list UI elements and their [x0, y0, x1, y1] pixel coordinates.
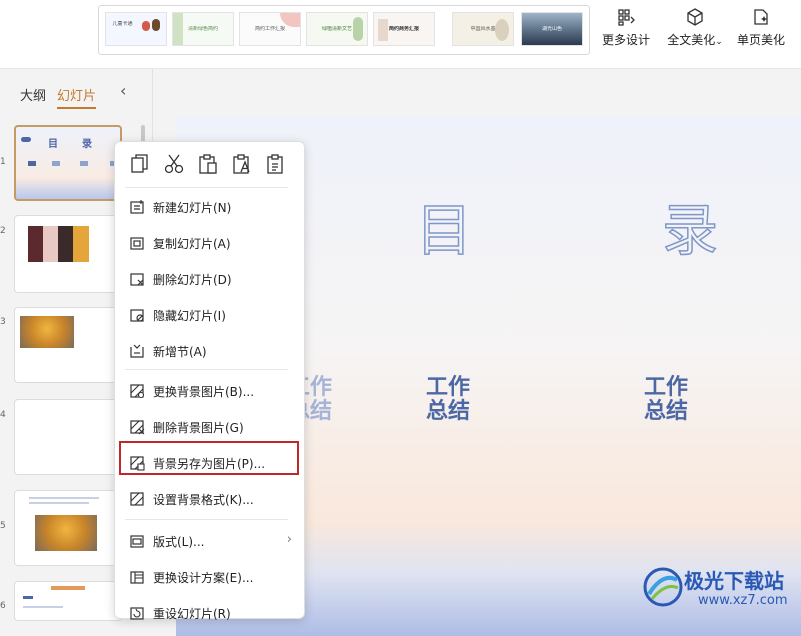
menu-divider	[125, 369, 288, 370]
delete-slide-icon	[130, 273, 144, 286]
menu-item-new-section[interactable]: 新增节(A)	[120, 336, 300, 366]
slide-number: 3	[0, 317, 6, 327]
paste-special-icon[interactable]	[265, 153, 287, 175]
design-thumb-3[interactable]: 简约工作汇报	[239, 12, 301, 46]
menu-item-label: 复制幻灯片(A)	[153, 237, 231, 251]
slide-text-work-summary: 工作 总结	[426, 375, 471, 424]
slide-thumb-6[interactable]	[14, 581, 122, 621]
reset-slide-icon	[130, 607, 144, 620]
menu-item-label: 新增节(A)	[153, 345, 207, 359]
delete-bg-image-icon	[130, 420, 145, 435]
cube-icon	[687, 8, 703, 26]
layout-icon	[130, 535, 144, 548]
menu-item-format-background[interactable]: 设置背景格式(K)...	[120, 484, 300, 514]
slide-title-char-2: 录	[661, 198, 719, 265]
aurora-logo-icon	[643, 567, 683, 607]
slide-thumb-4[interactable]	[14, 399, 122, 475]
menu-item-label: 新建幻灯片(N)	[153, 201, 232, 215]
design-thumb-5[interactable]: 简约商务汇报	[373, 12, 435, 46]
page-beautify-label: 单页美化	[736, 33, 785, 47]
thumb-title-char: 录	[82, 139, 92, 150]
slide-title-char-1: 目	[415, 198, 473, 265]
menu-divider	[125, 187, 288, 188]
menu-divider	[125, 519, 288, 520]
tab-outline[interactable]: 大纲	[20, 85, 46, 104]
paste-icon[interactable]	[197, 153, 219, 175]
copy-icon[interactable]	[129, 153, 151, 175]
design-thumb-2[interactable]: 清新绿色简约	[172, 12, 234, 46]
menu-item-label: 版式(L)...	[153, 535, 205, 549]
change-bg-image-icon	[130, 384, 145, 399]
submenu-arrow-icon: ›	[286, 532, 292, 547]
site-watermark: 极光下载站 www.xz7.com	[640, 562, 800, 617]
menu-item-label: 删除背景图片(G)	[153, 421, 244, 435]
new-section-icon	[130, 344, 144, 358]
page-beautify-button[interactable]: 单页美化	[734, 5, 788, 57]
slide-number: 5	[0, 521, 6, 531]
menu-item-label: 设置背景格式(K)...	[153, 493, 254, 507]
more-design-button[interactable]: 更多设计	[600, 5, 652, 57]
slide-number: 2	[0, 226, 6, 236]
ribbon: 儿童卡通 清新绿色简约 简约工作汇报 绿植清新文艺 简约商务汇报 中国风水墨 湖…	[0, 0, 801, 69]
design-thumb-1[interactable]: 儿童卡通	[105, 12, 167, 46]
watermark-title: 极光下载站	[684, 569, 784, 593]
clipboard-toolbar	[115, 142, 304, 187]
slide-context-menu: 新建幻灯片(N) 复制幻灯片(A) 删除幻灯片(D) 隐藏幻灯片(I) 新增节(…	[114, 141, 305, 621]
design-template-strip: 儿童卡通 清新绿色简约 简约工作汇报 绿植清新文艺 简约商务汇报 中国风水墨 湖…	[98, 5, 590, 55]
grid-icon	[618, 9, 635, 26]
copy-slide-icon	[130, 237, 144, 250]
menu-item-hide-slide[interactable]: 隐藏幻灯片(I)	[120, 300, 300, 330]
menu-item-change-design[interactable]: 更换设计方案(E)...	[120, 562, 300, 592]
slide-thumb-2[interactable]	[14, 215, 122, 293]
hide-slide-icon	[130, 309, 144, 322]
menu-item-change-bg-image[interactable]: 更换背景图片(B)...	[120, 376, 300, 406]
menu-item-reset-slide[interactable]: 重设幻灯片(R)	[120, 598, 300, 628]
cut-icon[interactable]	[163, 153, 185, 175]
menu-item-layout[interactable]: 版式(L)... ›	[120, 526, 300, 556]
menu-item-copy-slide[interactable]: 复制幻灯片(A)	[120, 228, 300, 258]
new-slide-icon	[130, 200, 144, 214]
watermark-url: www.xz7.com	[698, 593, 788, 608]
design-thumb-4[interactable]: 绿植清新文艺	[306, 12, 368, 46]
design-thumb-7[interactable]: 湖光山色	[521, 12, 583, 46]
change-design-icon	[130, 571, 144, 584]
more-design-label: 更多设计	[601, 33, 650, 47]
full-beautify-button[interactable]: 全文美化⌄	[664, 5, 726, 57]
format-bg-icon	[130, 492, 144, 506]
menu-item-label: 隐藏幻灯片(I)	[153, 309, 226, 323]
slide-number: 1	[0, 157, 6, 167]
highlight-annotation-box	[119, 441, 299, 475]
tab-slides[interactable]: 幻灯片	[57, 85, 97, 109]
menu-item-label: 重设幻灯片(R)	[153, 607, 231, 621]
menu-item-delete-bg-image[interactable]: 删除背景图片(G)	[120, 412, 300, 442]
chevron-down-icon: ⌄	[715, 37, 723, 47]
thumb-title-char: 目	[48, 139, 58, 150]
menu-item-delete-slide[interactable]: 删除幻灯片(D)	[120, 264, 300, 294]
slide-thumb-1[interactable]: 目 录	[14, 125, 122, 201]
collapse-panel-icon[interactable]: ‹	[120, 81, 126, 100]
menu-item-label: 更换背景图片(B)...	[153, 385, 255, 399]
menu-item-label: 更换设计方案(E)...	[153, 571, 254, 585]
full-beautify-label: 全文美化	[667, 33, 716, 47]
design-thumb-6[interactable]: 中国风水墨	[452, 12, 514, 46]
slide-number: 6	[0, 601, 6, 611]
slide-thumb-3[interactable]	[14, 307, 122, 383]
menu-item-label: 删除幻灯片(D)	[153, 273, 232, 287]
paste-text-only-icon[interactable]	[231, 153, 253, 175]
slide-number: 4	[0, 410, 6, 420]
page-sparkle-icon	[754, 9, 768, 25]
slide-thumb-5[interactable]	[14, 490, 122, 566]
slide-text-work-summary: 工作 总结	[644, 375, 689, 424]
menu-item-new-slide[interactable]: 新建幻灯片(N)	[120, 192, 300, 222]
